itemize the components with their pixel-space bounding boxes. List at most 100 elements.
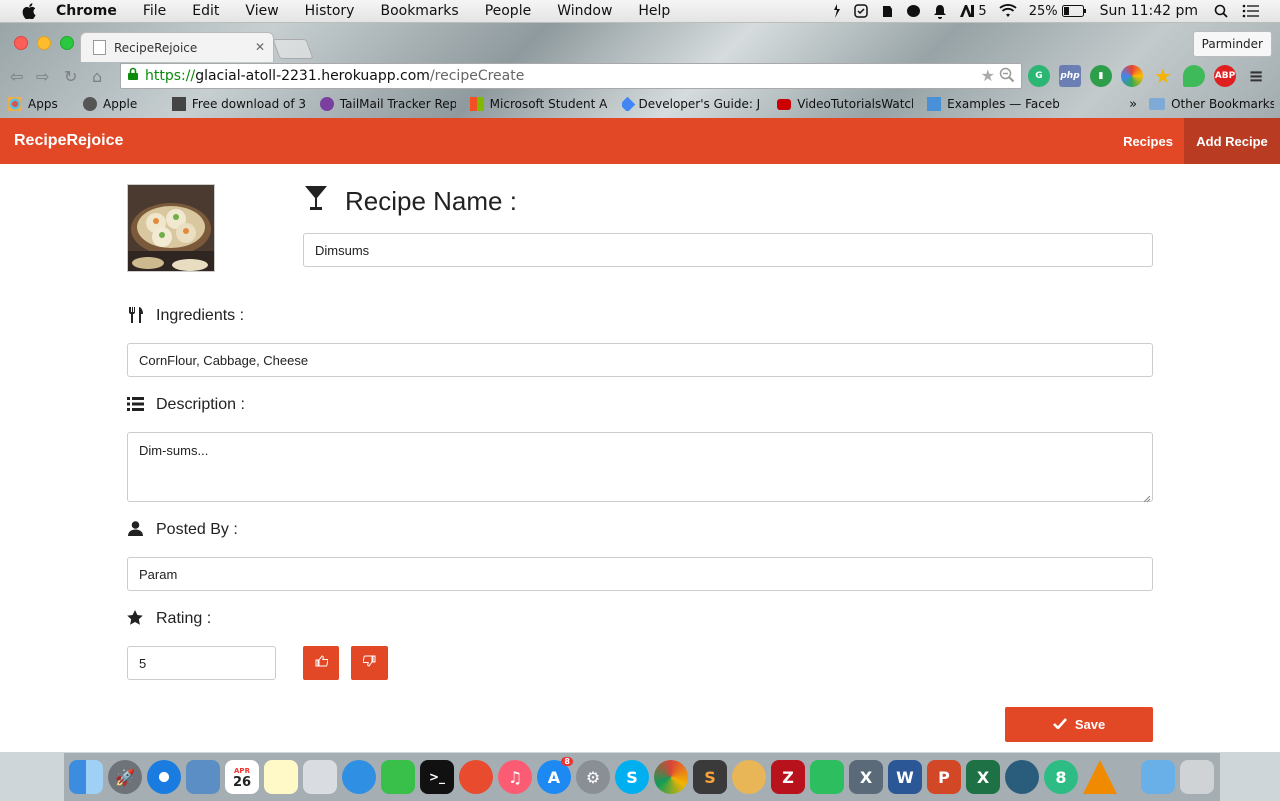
brand-logo-link[interactable]: RecipeRejoice bbox=[14, 132, 123, 150]
menu-file[interactable]: File bbox=[143, 3, 166, 19]
evernote-dock-icon[interactable] bbox=[810, 760, 844, 794]
star-extension-icon[interactable]: ★ bbox=[1152, 64, 1174, 88]
bookmark-videotutorials[interactable]: VideoTutorialsWatch bbox=[777, 97, 913, 111]
minimize-window-button[interactable] bbox=[37, 36, 51, 50]
preview-dock-icon[interactable] bbox=[186, 760, 220, 794]
finder-dock-icon[interactable] bbox=[69, 760, 103, 794]
ingredients-label: Ingredients : bbox=[156, 307, 245, 324]
dropbox-status-icon[interactable] bbox=[832, 3, 842, 19]
notes-dock-icon[interactable] bbox=[264, 760, 298, 794]
evernote-web-clipper-icon[interactable] bbox=[1183, 65, 1205, 87]
back-arrow-icon[interactable]: ⇦ bbox=[10, 67, 23, 86]
skype-dock-icon[interactable]: S bbox=[615, 760, 649, 794]
bookmark-apps[interactable]: Apps bbox=[8, 97, 69, 111]
menu-people[interactable]: People bbox=[485, 3, 532, 19]
bookmark-star-icon[interactable]: ★ bbox=[981, 66, 995, 85]
wifi-icon[interactable] bbox=[999, 4, 1017, 18]
zoom-window-button[interactable] bbox=[60, 36, 74, 50]
menu-help[interactable]: Help bbox=[638, 3, 670, 19]
eight-app-dock-icon[interactable]: 8 bbox=[1044, 760, 1078, 794]
menu-view[interactable]: View bbox=[245, 3, 278, 19]
system-preferences-dock-icon[interactable]: ⚙ bbox=[576, 760, 610, 794]
menu-edit[interactable]: Edit bbox=[192, 3, 219, 19]
browser-frame: RecipeRejoice ✕ Parminder ⇦ ⇨ ↻ ⌂ https:… bbox=[0, 23, 1280, 118]
messages-dock-icon[interactable] bbox=[342, 760, 376, 794]
nav-add-recipe-link[interactable]: Add Recipe bbox=[1184, 118, 1280, 164]
textarea-resize-handle-icon[interactable] bbox=[1143, 492, 1151, 507]
folder-icon bbox=[1149, 98, 1166, 110]
apple-menu-icon[interactable] bbox=[18, 0, 40, 22]
evernote-menu-icon[interactable] bbox=[880, 4, 894, 18]
color-picker-extension-icon[interactable] bbox=[1121, 65, 1143, 87]
trash-dock-icon[interactable] bbox=[1180, 760, 1214, 794]
filezilla-dock-icon[interactable]: Z bbox=[771, 760, 805, 794]
bookmark-apple[interactable]: Apple bbox=[83, 97, 158, 111]
spotlight-search-icon[interactable] bbox=[1214, 4, 1228, 18]
chat-bubble-icon[interactable] bbox=[906, 4, 921, 19]
save-button[interactable]: Save bbox=[1005, 707, 1153, 742]
calendar-dock-icon[interactable]: APR 26 bbox=[225, 760, 259, 794]
reload-icon[interactable]: ↻ bbox=[64, 67, 77, 86]
clock[interactable]: Sun 11:42 pm bbox=[1100, 3, 1198, 19]
bookmark-microsoft-student[interactable]: Microsoft Student As bbox=[469, 97, 608, 111]
sequel-pro-dock-icon[interactable] bbox=[732, 760, 766, 794]
chrome-menu-icon[interactable]: ≡ bbox=[1245, 65, 1267, 87]
menu-history[interactable]: History bbox=[305, 3, 355, 19]
menu-chrome[interactable]: Chrome bbox=[56, 3, 117, 19]
terminal-dock-icon[interactable]: >_ bbox=[420, 760, 454, 794]
launchpad-dock-icon[interactable]: 🚀 bbox=[108, 760, 142, 794]
chrome-dock-icon[interactable] bbox=[654, 760, 688, 794]
sublime-text-dock-icon[interactable]: S bbox=[693, 760, 727, 794]
description-textarea[interactable]: Dim-sums... bbox=[127, 432, 1153, 502]
posted-by-input[interactable]: Param bbox=[127, 557, 1153, 591]
vlc-dock-icon[interactable] bbox=[1083, 760, 1117, 794]
profile-button[interactable]: Parminder bbox=[1192, 31, 1272, 57]
battery-icon[interactable] bbox=[1061, 5, 1086, 17]
zoom-icon[interactable] bbox=[999, 67, 1015, 87]
pushbullet-extension-icon[interactable]: ▮ bbox=[1090, 65, 1112, 87]
bookmark-developers-guide[interactable]: Developer's Guide: J bbox=[621, 97, 764, 111]
thumbs-up-button[interactable] bbox=[303, 646, 339, 680]
word-dock-icon[interactable]: W bbox=[888, 760, 922, 794]
downloads-folder-dock-icon[interactable] bbox=[1141, 760, 1175, 794]
menu-window[interactable]: Window bbox=[557, 3, 612, 19]
facetime-dock-icon[interactable] bbox=[381, 760, 415, 794]
powerpoint-dock-icon[interactable]: P bbox=[927, 760, 961, 794]
forward-arrow-icon[interactable]: ⇨ bbox=[36, 67, 49, 86]
address-bar[interactable]: https:// glacial-atoll-2231.herokuapp.co… bbox=[120, 63, 1022, 89]
youtube-icon bbox=[777, 98, 792, 110]
thumbs-down-button[interactable] bbox=[351, 646, 388, 680]
notification-bell-icon[interactable] bbox=[933, 4, 947, 19]
notification-center-icon[interactable] bbox=[1242, 4, 1260, 18]
recipe-image[interactable] bbox=[127, 184, 215, 272]
safari-dock-icon[interactable] bbox=[147, 760, 181, 794]
adobe-notifications-icon[interactable]: 5 bbox=[959, 4, 987, 19]
app-store-dock-icon[interactable]: A 8 bbox=[537, 757, 573, 794]
checklist-icon[interactable] bbox=[854, 4, 869, 18]
new-tab-button[interactable] bbox=[272, 39, 314, 59]
sourcetree-dock-icon[interactable] bbox=[1005, 760, 1039, 794]
recipe-name-input[interactable]: Dimsums bbox=[303, 233, 1153, 267]
bookmarks-overflow-chevron[interactable]: » bbox=[1129, 97, 1137, 112]
close-tab-icon[interactable]: ✕ bbox=[255, 40, 265, 54]
menu-bookmarks[interactable]: Bookmarks bbox=[380, 3, 458, 19]
home-icon[interactable]: ⌂ bbox=[92, 67, 102, 86]
sublime-dock-icon[interactable] bbox=[459, 760, 493, 794]
php-extension-icon[interactable]: php bbox=[1059, 65, 1081, 87]
bookmark-examples-facebook[interactable]: Examples — Facebo bbox=[927, 97, 1059, 111]
bookmark-tailmail[interactable]: TailMail Tracker Repo bbox=[319, 97, 456, 111]
rating-input[interactable]: 5 bbox=[127, 646, 276, 680]
grammarly-extension-icon[interactable]: G bbox=[1028, 65, 1050, 87]
nav-recipes-link[interactable]: Recipes bbox=[1114, 118, 1182, 164]
adblock-plus-extension-icon[interactable]: ABP bbox=[1214, 65, 1236, 87]
other-bookmarks-folder[interactable]: Other Bookmarks bbox=[1149, 97, 1274, 111]
itunes-dock-icon[interactable]: ♫ bbox=[498, 760, 532, 794]
image-capture-dock-icon[interactable] bbox=[303, 760, 337, 794]
lock-icon[interactable] bbox=[127, 67, 139, 85]
close-window-button[interactable] bbox=[14, 36, 28, 50]
bookmark-free-download[interactable]: Free download of 39 bbox=[171, 97, 306, 111]
browser-tab-active[interactable]: RecipeRejoice ✕ bbox=[80, 32, 274, 62]
ingredients-input[interactable]: CornFlour, Cabbage, Cheese bbox=[127, 343, 1153, 377]
xquartz-dock-icon[interactable]: X bbox=[849, 760, 883, 794]
excel-dock-icon[interactable]: X bbox=[966, 760, 1000, 794]
